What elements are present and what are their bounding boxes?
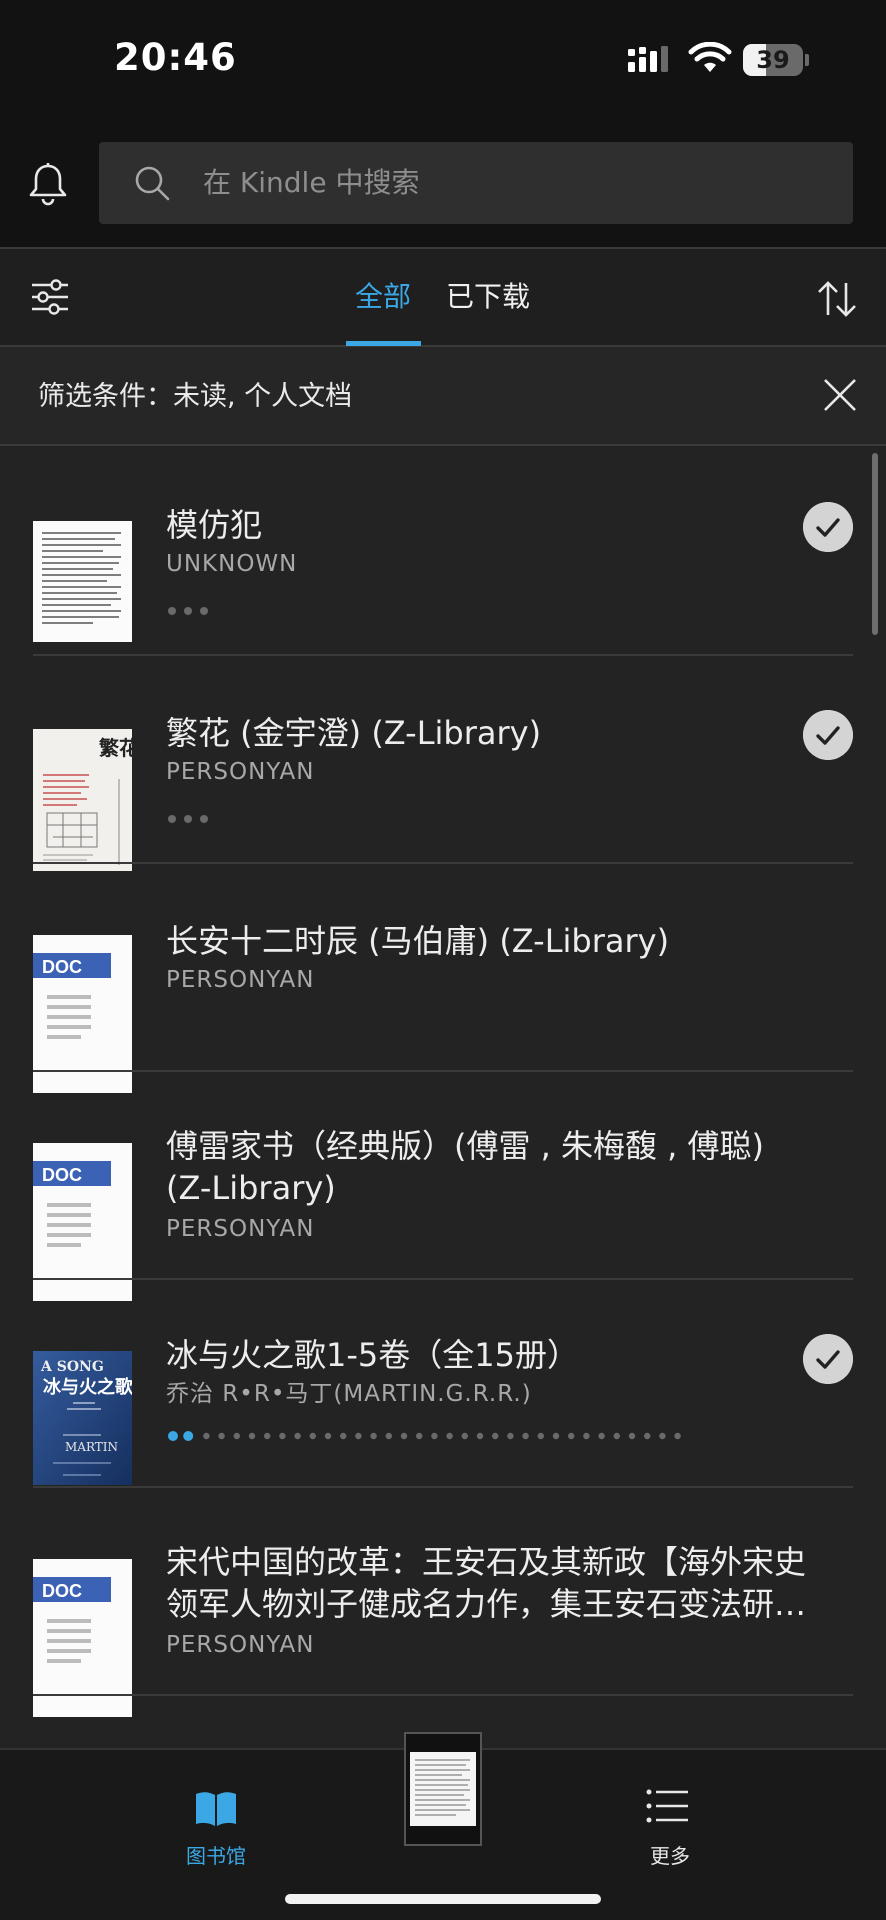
series-dot-unread [552, 1432, 560, 1440]
filter-settings-icon[interactable] [30, 279, 70, 315]
list-scrollbar[interactable] [872, 453, 878, 635]
series-dot-unread [431, 1432, 438, 1440]
wifi-icon [688, 42, 732, 72]
cover-title-text: 冰与火之歌 [43, 1376, 132, 1398]
progress-dots [168, 808, 216, 823]
doc-label: DOC [42, 1581, 82, 1601]
series-dot-unread [644, 1432, 651, 1440]
series-progress-dots [168, 1431, 681, 1441]
home-indicator[interactable] [285, 1894, 601, 1904]
series-dot-unread [248, 1432, 256, 1440]
cover-title-en: A SONG [40, 1359, 104, 1375]
series-dot-unread [294, 1432, 301, 1440]
book-list[interactable]: 模仿犯 UNKNOWN 繁花 繁花 (金宇澄) (Z-Library) PERS… [0, 448, 886, 1748]
series-dot-unread [385, 1432, 392, 1440]
list-item[interactable]: DOC 长安十二时辰 (马伯庸) (Z-Library) PERSONYAN [0, 864, 886, 1093]
series-dot-unread [598, 1432, 605, 1440]
sort-icon[interactable] [815, 279, 859, 319]
series-dot-unread [203, 1432, 210, 1440]
series-dot-unread [309, 1432, 316, 1440]
close-icon[interactable] [822, 377, 858, 413]
series-dot-unread [218, 1432, 225, 1440]
book-title: 冰与火之歌1-5卷（全15册） [166, 1336, 579, 1374]
nav-more-label: 更多 [650, 1844, 690, 1868]
cover-title-text: 繁花 [99, 736, 132, 760]
doc-label: DOC [42, 957, 82, 977]
list-item[interactable]: 繁花 繁花 (金宇澄) (Z-Library) PERSONYAN [0, 656, 886, 871]
menu-list-icon [646, 1789, 688, 1823]
search-icon [135, 166, 170, 201]
tab-all[interactable]: 全部 [355, 279, 411, 315]
series-dot-unread [537, 1432, 544, 1440]
cellular-signal-icon [628, 46, 668, 72]
series-dot-unread [659, 1432, 666, 1440]
bottom-navigation: 图书馆 更多 [0, 1732, 886, 1920]
series-dot-unread [522, 1432, 529, 1440]
series-dot-unread [628, 1432, 636, 1440]
nav-library-label: 图书馆 [186, 1844, 246, 1868]
progress-dots [168, 600, 216, 615]
list-item[interactable]: 模仿犯 UNKNOWN [0, 448, 886, 656]
current-book-page-icon [410, 1752, 476, 1826]
downloaded-check-icon [803, 710, 853, 760]
top-header: 20:46 39 在 Kindle 中搜索 [0, 0, 886, 247]
doc-label: DOC [42, 1165, 82, 1185]
series-dot-unread [355, 1432, 362, 1440]
battery-percentage: 39 [756, 46, 790, 74]
filter-conditions: 筛选条件：未读, 个人文档 [38, 381, 353, 412]
series-dot-unread [370, 1432, 377, 1440]
status-bar: 20:46 39 [0, 0, 886, 120]
series-dot-unread [583, 1432, 590, 1440]
book-author: 乔治 R•R•马丁(MARTIN.G.R.R.) [166, 1381, 532, 1407]
book-title: 宋代中国的改革：王安石及其新政【海外宋史领军人物刘子健成名力作，集王安石变法研… [166, 1543, 807, 1623]
book-author: PERSONYAN [166, 1216, 315, 1242]
book-author: PERSONYAN [166, 1632, 315, 1658]
battery-icon: 39 [743, 44, 809, 76]
downloaded-check-icon [803, 502, 853, 552]
active-tab-indicator [346, 341, 421, 346]
status-time: 20:46 [114, 36, 237, 79]
search-placeholder: 在 Kindle 中搜索 [203, 166, 420, 199]
series-dot-unread [416, 1432, 423, 1440]
downloaded-check-icon [803, 1334, 853, 1384]
book-title: 繁花 (金宇澄) (Z-Library) [166, 714, 542, 752]
tab-downloaded[interactable]: 已下载 [446, 279, 530, 315]
list-item[interactable]: A SONG 冰与火之歌 MARTIN 冰与火之歌1-5卷（全15册） 乔治 R… [0, 1280, 886, 1488]
notification-bell-icon[interactable] [28, 162, 68, 206]
series-dot-unread [568, 1432, 575, 1440]
library-tab-bar: 全部 已下载 [0, 247, 886, 347]
book-author: PERSONYAN [166, 967, 315, 993]
series-dot-unread [264, 1432, 271, 1440]
series-dot-unread [492, 1432, 499, 1440]
series-dot-unread [476, 1432, 484, 1440]
series-dot-read [183, 1431, 194, 1441]
book-open-icon [196, 1792, 236, 1826]
book-cover-fanhua: 繁花 [33, 729, 132, 871]
series-dot-unread [340, 1432, 347, 1440]
series-dot-unread [461, 1432, 468, 1440]
series-dot-unread [446, 1432, 453, 1440]
series-dot-unread [613, 1432, 620, 1440]
book-cover-scan [33, 521, 132, 642]
book-title: 长安十二时辰 (马伯庸) (Z-Library) [166, 922, 670, 960]
search-input[interactable]: 在 Kindle 中搜索 [99, 142, 853, 224]
current-book-thumbnail[interactable] [404, 1732, 482, 1846]
cover-author-text: MARTIN [65, 1440, 118, 1454]
series-dot-unread [674, 1432, 681, 1440]
series-dot-unread [507, 1432, 514, 1440]
book-title: 傅雷家书（经典版）(傅雷 , 朱梅馥 , 傅聪) (Z-Library) [166, 1127, 765, 1207]
book-title: 模仿犯 [166, 506, 263, 544]
book-author: UNKNOWN [166, 551, 298, 577]
active-filter-bar: 筛选条件：未读, 个人文档 [0, 347, 886, 446]
series-dot-unread [400, 1432, 408, 1440]
series-dot-unread [279, 1432, 286, 1440]
book-cover-asoiaf: A SONG 冰与火之歌 MARTIN [33, 1351, 132, 1485]
list-item[interactable]: DOC 宋代中国的改革：王安石及其新政【海外宋史领军人物刘子健成名力作，集王安石… [0, 1488, 886, 1717]
series-dot-read [168, 1431, 178, 1441]
list-item[interactable]: DOC 傅雷家书（经典版）(傅雷 , 朱梅馥 , 傅聪) (Z-Library)… [0, 1072, 886, 1301]
series-dot-unread [324, 1432, 332, 1440]
book-author: PERSONYAN [166, 759, 315, 785]
series-dot-unread [233, 1432, 240, 1440]
